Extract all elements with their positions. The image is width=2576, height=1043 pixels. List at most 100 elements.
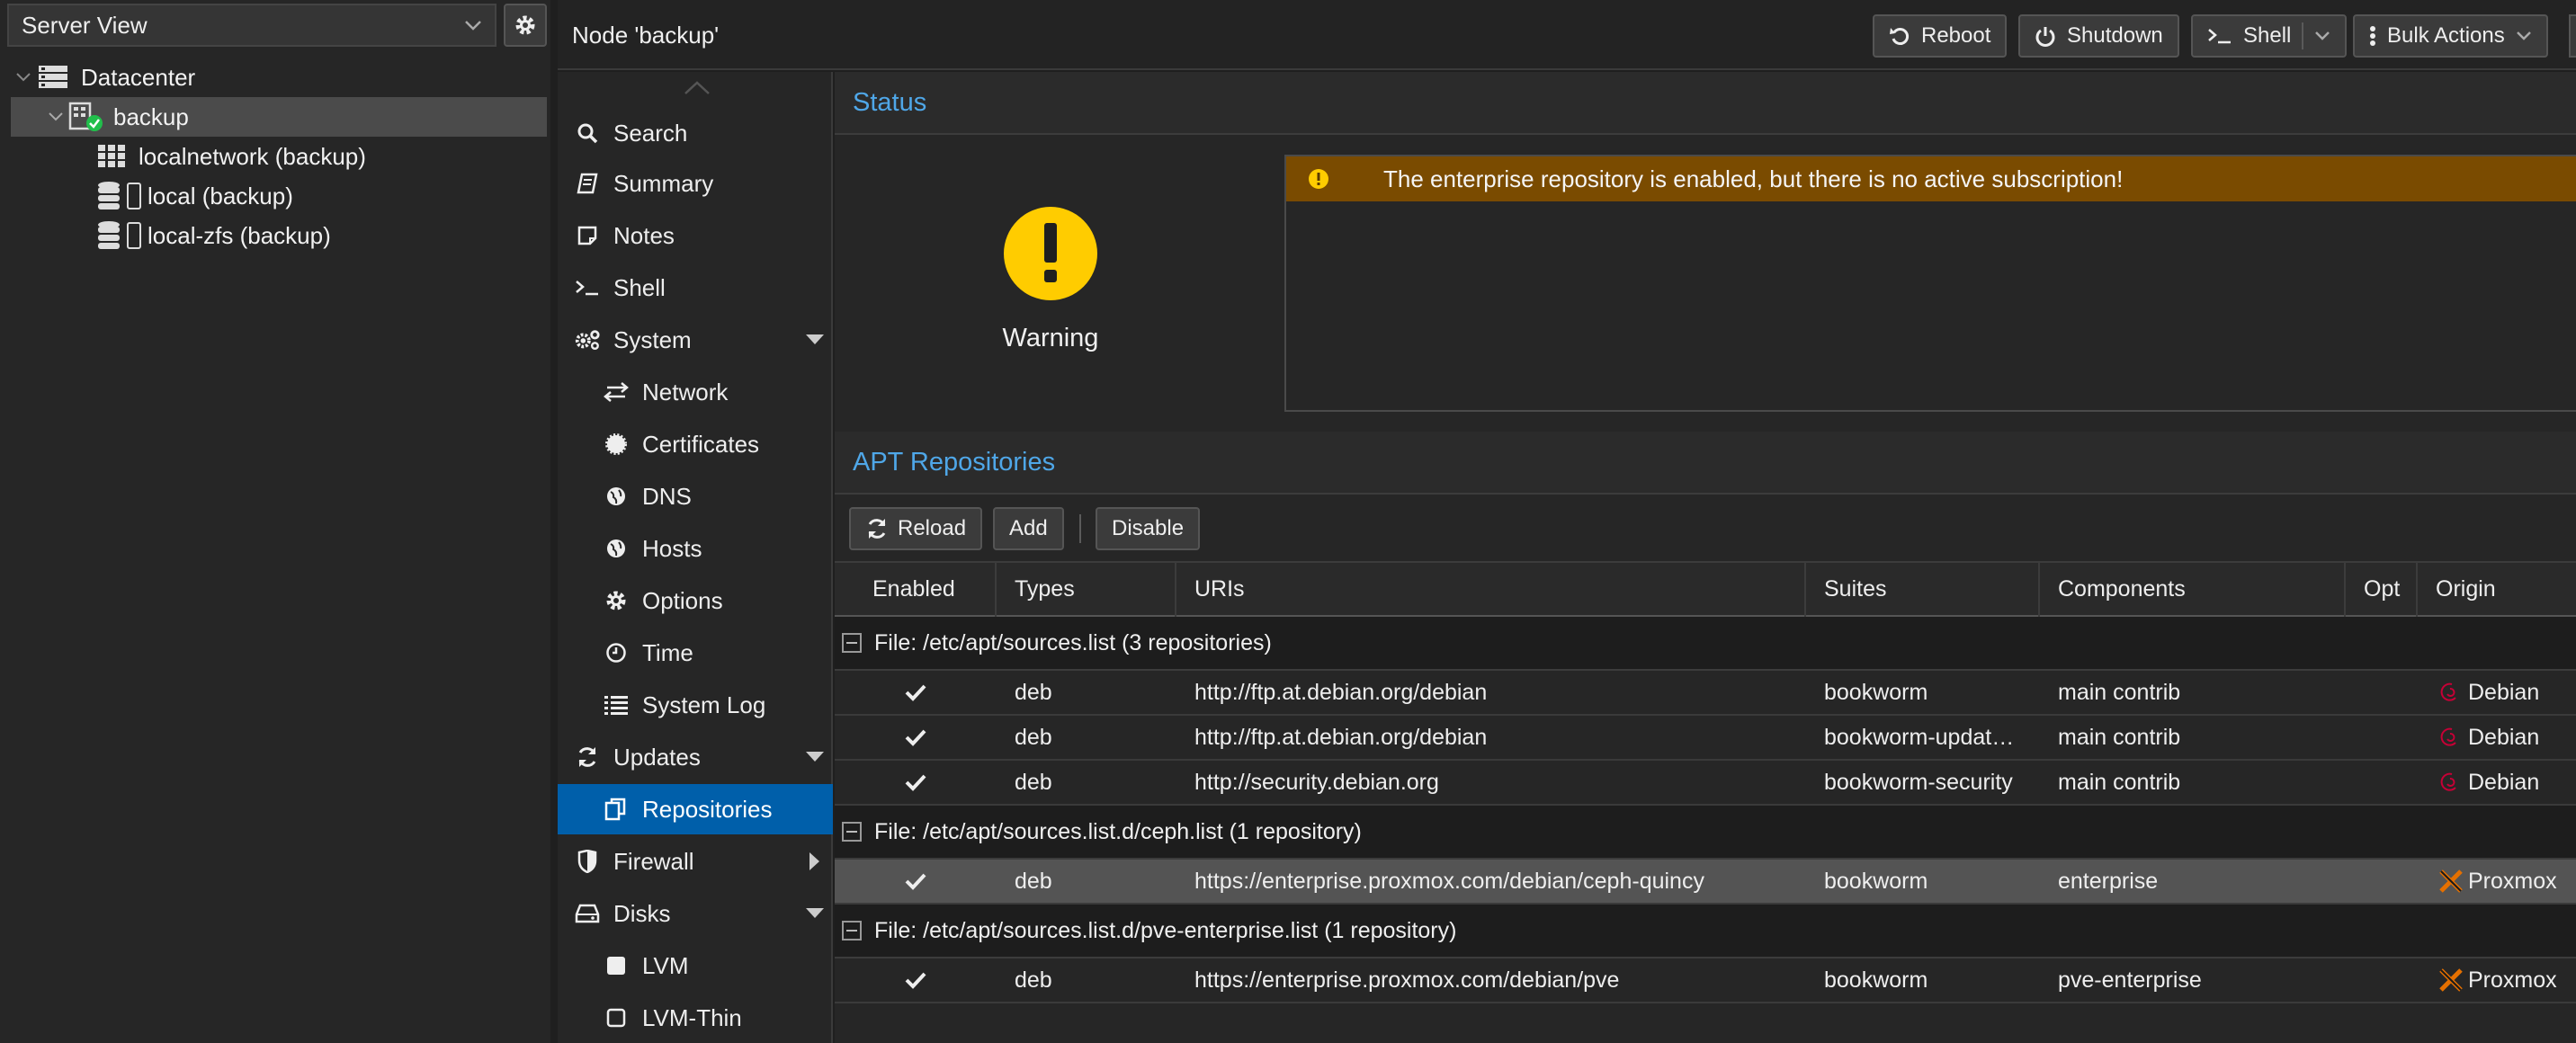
caret-down-icon[interactable] bbox=[797, 752, 833, 762]
cell-suite: bookworm bbox=[1824, 967, 1928, 993]
nav-label: Summary bbox=[613, 169, 714, 197]
cell-origin: Debian bbox=[2468, 679, 2540, 705]
column-header-options[interactable]: Opt bbox=[2346, 561, 2418, 617]
nav-summary[interactable]: Summary bbox=[558, 158, 833, 209]
shell-label: Shell bbox=[2243, 23, 2292, 48]
cell-components: main contrib bbox=[2058, 724, 2181, 750]
collapse-icon[interactable] bbox=[842, 822, 862, 842]
overflow-button[interactable] bbox=[2569, 14, 2576, 58]
column-header-components[interactable]: Components bbox=[2040, 561, 2346, 617]
bulk-actions-button[interactable]: Bulk Actions bbox=[2353, 14, 2548, 58]
column-header-enabled[interactable]: Enabled bbox=[854, 561, 997, 617]
reload-button[interactable]: Reload bbox=[849, 507, 983, 550]
table-row[interactable]: deb http://security.debian.org bookworm-… bbox=[835, 761, 2576, 806]
nav-lvm-thin[interactable]: LVM-Thin bbox=[558, 993, 833, 1043]
nav-disks[interactable]: Disks bbox=[558, 888, 833, 939]
node-online-icon bbox=[68, 102, 104, 132]
shutdown-button[interactable]: Shutdown bbox=[2018, 14, 2179, 58]
disable-label: Disable bbox=[1112, 516, 1185, 540]
nav-time[interactable]: Time bbox=[558, 628, 833, 678]
nav-label: Time bbox=[642, 638, 693, 666]
cell-origin: Proxmox bbox=[2468, 868, 2557, 894]
nav-label: System Log bbox=[642, 691, 766, 718]
refresh-icon bbox=[865, 517, 889, 540]
nav-options[interactable]: Options bbox=[558, 575, 833, 626]
cell-components: main contrib bbox=[2058, 679, 2181, 705]
group-label: File: /etc/apt/sources.list.d/pve-enterp… bbox=[874, 917, 1457, 943]
disable-button[interactable]: Disable bbox=[1096, 507, 1201, 550]
shell-button[interactable]: Shell bbox=[2191, 14, 2348, 58]
cell-uri: http://ftp.at.debian.org/debian bbox=[1194, 724, 1488, 750]
gear-icon bbox=[514, 13, 537, 37]
table-row[interactable]: deb https://enterprise.proxmox.com/debia… bbox=[835, 958, 2576, 1003]
nav-system-log[interactable]: System Log bbox=[558, 680, 833, 730]
cogs-icon bbox=[574, 328, 601, 352]
tree-item-label: local (backup) bbox=[148, 182, 293, 209]
caret-down-icon[interactable] bbox=[797, 334, 833, 345]
view-select[interactable]: Server View bbox=[7, 4, 496, 47]
nav-certificates[interactable]: Certificates bbox=[558, 419, 833, 469]
tree-item-local-zfs[interactable]: local-zfs (backup) bbox=[0, 216, 547, 255]
tree-item-label: Datacenter bbox=[81, 63, 196, 91]
nav-label: Notes bbox=[613, 221, 675, 249]
nav-firewall[interactable]: Firewall bbox=[558, 836, 833, 887]
check-icon bbox=[905, 761, 926, 804]
group-label: File: /etc/apt/sources.list.d/ceph.list … bbox=[874, 818, 1362, 844]
shutdown-label: Shutdown bbox=[2067, 23, 2163, 48]
globe-icon bbox=[603, 538, 630, 559]
column-header-uris[interactable]: URIs bbox=[1176, 561, 1806, 617]
nav-updates[interactable]: Updates bbox=[558, 732, 833, 782]
add-label: Add bbox=[1009, 516, 1048, 540]
tree-item-datacenter[interactable]: Datacenter bbox=[0, 58, 547, 97]
nav-lvm[interactable]: LVM bbox=[558, 940, 833, 991]
table-row[interactable]: deb http://ftp.at.debian.org/debian book… bbox=[835, 671, 2576, 716]
column-header-origin[interactable]: Origin bbox=[2418, 561, 2576, 617]
nav-repositories[interactable]: Repositories bbox=[558, 784, 833, 834]
collapse-icon[interactable] bbox=[842, 921, 862, 940]
reboot-button[interactable]: Reboot bbox=[1873, 14, 2008, 58]
nav-label: LVM-Thin bbox=[642, 1003, 742, 1031]
check-icon bbox=[905, 716, 926, 759]
cell-origin: Debian bbox=[2468, 724, 2540, 750]
undo-icon bbox=[1889, 25, 1910, 47]
scroll-up-icon[interactable] bbox=[684, 81, 711, 95]
book-icon bbox=[574, 173, 601, 194]
terminal-icon bbox=[574, 278, 601, 298]
group-header-sources-list[interactable]: File: /etc/apt/sources.list (3 repositor… bbox=[835, 617, 2576, 671]
caret-right-icon[interactable] bbox=[797, 852, 833, 870]
subscription-warning-banner: The enterprise repository is enabled, bu… bbox=[1286, 156, 2576, 201]
nav-system[interactable]: System bbox=[558, 315, 833, 365]
cell-uri: http://ftp.at.debian.org/debian bbox=[1194, 679, 1488, 705]
nav-label: Certificates bbox=[642, 430, 760, 458]
cell-type: deb bbox=[1015, 679, 1052, 705]
split-divider bbox=[2302, 22, 2304, 49]
search-icon bbox=[574, 122, 601, 144]
nav-search[interactable]: Search bbox=[558, 108, 833, 158]
tree-item-local[interactable]: local (backup) bbox=[0, 176, 547, 216]
nav-shell[interactable]: Shell bbox=[558, 263, 833, 313]
reboot-label: Reboot bbox=[1921, 23, 1991, 48]
nav-hosts[interactable]: Hosts bbox=[558, 523, 833, 574]
nav-label: Updates bbox=[613, 743, 701, 771]
warning-icon bbox=[979, 205, 1123, 302]
table-row[interactable]: deb http://ftp.at.debian.org/debian book… bbox=[835, 716, 2576, 761]
nav-dns[interactable]: DNS bbox=[558, 471, 833, 522]
tree-settings-button[interactable] bbox=[504, 4, 547, 47]
group-header-pve-enterprise-list[interactable]: File: /etc/apt/sources.list.d/pve-enterp… bbox=[835, 905, 2576, 958]
chevron-down-icon[interactable] bbox=[2314, 31, 2330, 41]
caret-down-icon[interactable] bbox=[797, 908, 833, 919]
column-header-types[interactable]: Types bbox=[997, 561, 1176, 617]
nav-label: Hosts bbox=[642, 534, 702, 562]
cell-components: main contrib bbox=[2058, 769, 2181, 795]
table-row-selected[interactable]: deb https://enterprise.proxmox.com/debia… bbox=[835, 860, 2576, 905]
add-button[interactable]: Add bbox=[993, 507, 1064, 550]
debian-logo-icon bbox=[2439, 716, 2461, 759]
nav-notes[interactable]: Notes bbox=[558, 210, 833, 261]
tree-item-backup[interactable]: backup bbox=[11, 97, 547, 137]
column-header-suites[interactable]: Suites bbox=[1806, 561, 2040, 617]
nav-network[interactable]: Network bbox=[558, 367, 833, 417]
group-header-ceph-list[interactable]: File: /etc/apt/sources.list.d/ceph.list … bbox=[835, 806, 2576, 860]
tree-item-localnetwork[interactable]: localnetwork (backup) bbox=[0, 137, 547, 176]
debian-logo-icon bbox=[2439, 671, 2461, 714]
collapse-icon[interactable] bbox=[842, 633, 862, 653]
